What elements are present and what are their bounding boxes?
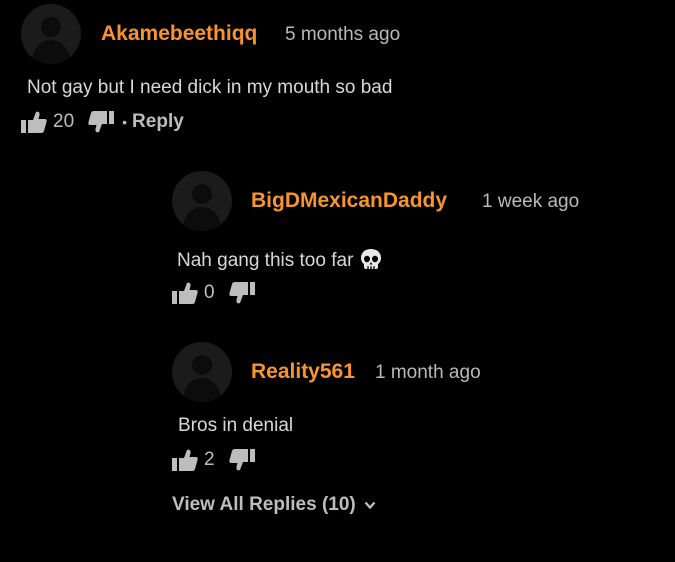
chevron-down-icon [364, 494, 376, 516]
like-count: 20 [53, 111, 75, 132]
reply-actions: 2 [172, 448, 255, 472]
thumbs-down-icon[interactable] [228, 282, 255, 304]
comment-timestamp: 5 months ago [285, 24, 401, 45]
comment-actions: 20 • Reply [21, 110, 184, 134]
thumbs-up-icon[interactable] [172, 449, 198, 471]
reply-username[interactable]: BigDMexicanDaddy [251, 189, 447, 213]
reply-actions: 0 [172, 281, 255, 305]
skull-icon [359, 248, 383, 276]
avatar[interactable] [172, 342, 232, 402]
user-silhouette-icon [32, 17, 70, 64]
thumbs-down-icon[interactable] [228, 449, 255, 471]
user-silhouette-icon [183, 355, 221, 402]
comment-text: Not gay but I need dick in my mouth so b… [27, 77, 393, 98]
comment-username[interactable]: Akamebeethiqq [101, 22, 257, 46]
reply-text-content: Nah gang this too far [177, 250, 354, 271]
view-all-replies-button[interactable]: View All Replies (10) [172, 494, 376, 516]
reply-timestamp: 1 month ago [375, 362, 481, 383]
user-silhouette-icon [183, 184, 221, 231]
reply-timestamp: 1 week ago [482, 191, 580, 212]
reply-text: Nah gang this too far [177, 248, 383, 276]
thumbs-up-icon[interactable] [172, 282, 198, 304]
reply-username[interactable]: Reality561 [251, 360, 355, 384]
thumbs-down-icon[interactable] [88, 111, 115, 133]
reply-button[interactable]: Reply [132, 111, 184, 133]
avatar[interactable] [21, 4, 81, 64]
like-count: 0 [204, 282, 215, 303]
separator-dot: • [122, 114, 128, 130]
avatar[interactable] [172, 171, 232, 231]
reply-text: Bros in denial [178, 415, 294, 436]
like-count: 2 [204, 449, 215, 470]
thumbs-up-icon[interactable] [21, 111, 47, 133]
view-all-replies-label: View All Replies (10) [172, 494, 356, 515]
